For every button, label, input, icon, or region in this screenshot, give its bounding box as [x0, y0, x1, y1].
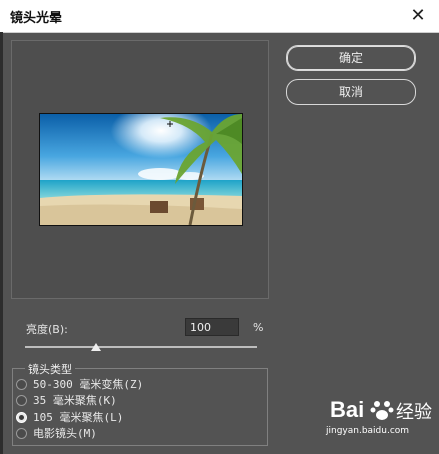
radio-button[interactable]	[16, 394, 27, 406]
brightness-label: 亮度(B):	[26, 323, 68, 336]
title-bar: 镜头光晕 ✕	[0, 0, 439, 33]
lens-type-title: 镜头类型	[25, 361, 75, 377]
dialog-title: 镜头光晕	[10, 11, 63, 26]
lens-option-zoom[interactable]: 50-300 毫米变焦(Z)	[16, 376, 143, 392]
watermark-brand-cn: 经验	[396, 402, 432, 423]
lens-option-105mm[interactable]: 105 毫米聚焦(L)	[16, 409, 123, 425]
watermark-url: jingyan.baidu.com	[326, 426, 410, 436]
baidu-watermark: Bai 经验 jingyan.baidu.com	[320, 392, 439, 442]
preview-panel	[11, 40, 269, 299]
window-left-edge	[0, 32, 3, 454]
ok-button[interactable]: 确定	[286, 45, 416, 71]
lens-option-label: 35 毫米聚焦(K)	[33, 394, 117, 407]
brightness-unit: %	[253, 321, 264, 334]
brightness-input[interactable]: 100	[185, 318, 239, 336]
lens-option-35mm[interactable]: 35 毫米聚焦(K)	[16, 392, 117, 408]
cancel-button[interactable]: 取消	[286, 79, 416, 105]
watermark-brand: Bai	[330, 397, 365, 422]
lens-option-label: 105 毫米聚焦(L)	[33, 411, 124, 424]
radio-button[interactable]	[16, 427, 27, 439]
lens-option-movie[interactable]: 电影镜头(M)	[16, 425, 97, 441]
paw-icon	[370, 401, 394, 420]
brightness-slider-thumb[interactable]	[91, 343, 101, 351]
brightness-slider-track[interactable]	[25, 346, 257, 348]
lens-option-label: 50-300 毫米变焦(Z)	[33, 378, 144, 391]
preview-image[interactable]	[39, 113, 243, 226]
radio-button-checked[interactable]	[16, 411, 27, 423]
close-icon[interactable]: ✕	[407, 5, 429, 27]
beach-scene-image	[40, 114, 242, 225]
lens-option-label: 电影镜头(M)	[33, 427, 97, 440]
radio-button[interactable]	[16, 378, 27, 390]
